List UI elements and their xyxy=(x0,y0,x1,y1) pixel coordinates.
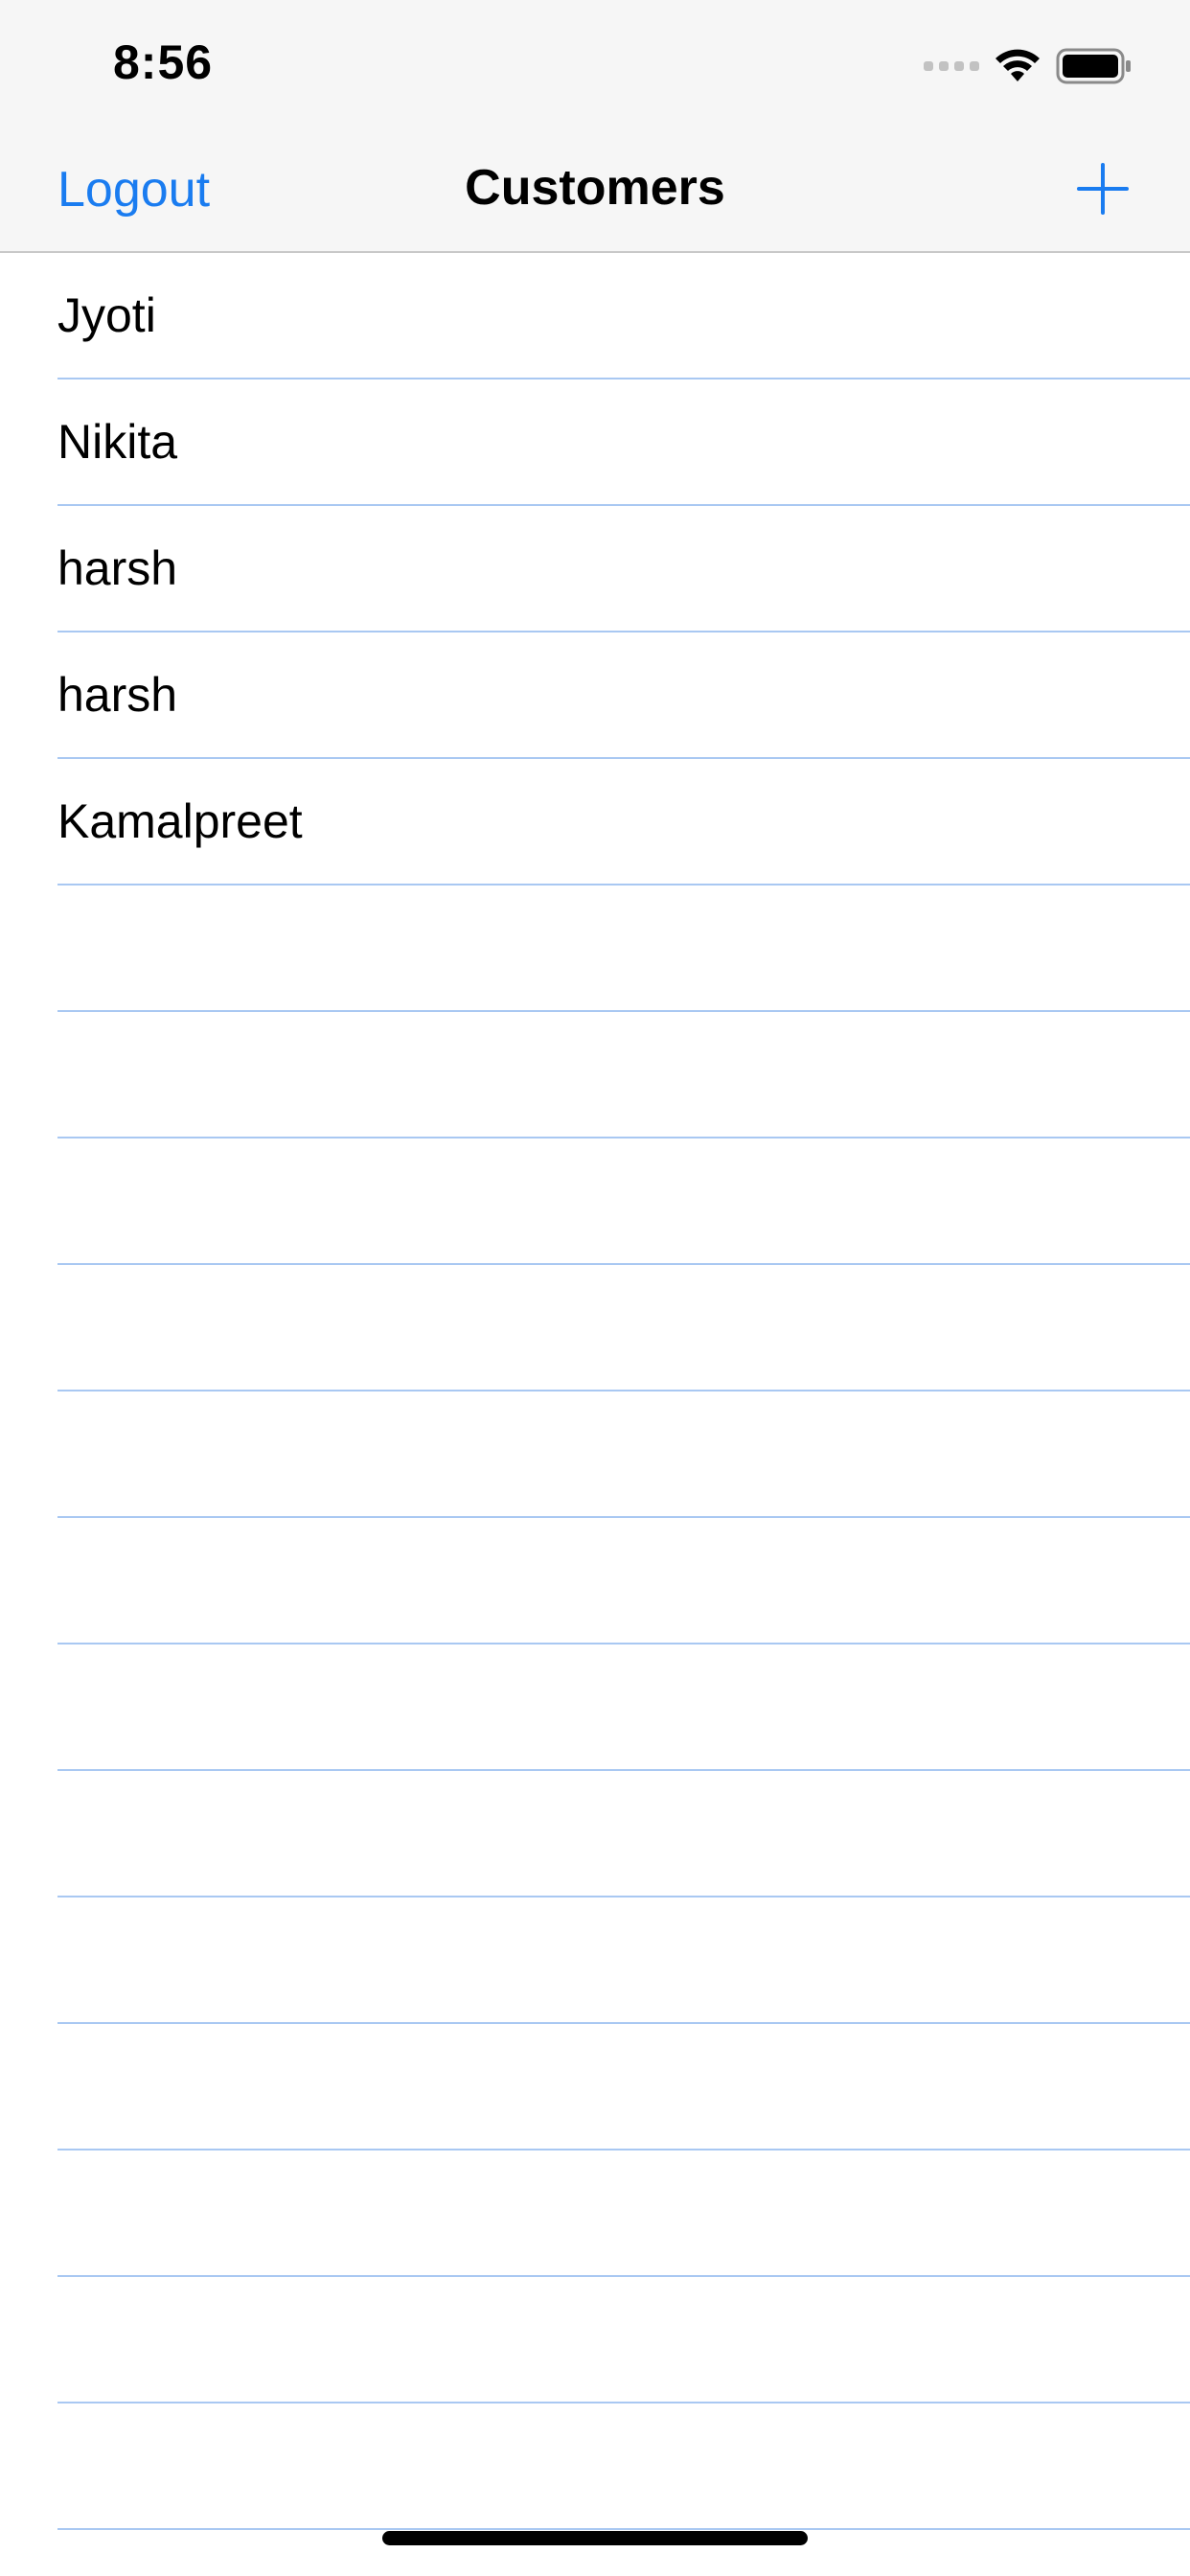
add-customer-button[interactable] xyxy=(1077,163,1129,215)
list-item[interactable]: Kamalpreet xyxy=(0,759,1190,886)
empty-row xyxy=(0,1265,1190,1392)
cellular-signal-icon xyxy=(924,61,979,71)
plus-icon xyxy=(1077,163,1129,215)
customer-name: Nikita xyxy=(57,415,178,469)
list-item[interactable]: Nikita xyxy=(0,380,1190,506)
empty-row xyxy=(0,1644,1190,1771)
empty-row xyxy=(0,886,1190,1012)
empty-row xyxy=(0,2277,1190,2404)
list-item[interactable]: harsh xyxy=(0,506,1190,632)
status-time: 8:56 xyxy=(113,35,214,89)
empty-row xyxy=(0,1518,1190,1644)
home-indicator[interactable] xyxy=(382,2531,808,2545)
customer-name: harsh xyxy=(57,668,178,722)
customer-list: Jyoti Nikita harsh harsh Kamalpreet xyxy=(0,253,1190,2530)
empty-row xyxy=(0,2150,1190,2277)
customer-name: Kamalpreet xyxy=(57,794,303,848)
empty-row xyxy=(0,1138,1190,1265)
wifi-icon xyxy=(995,49,1040,81)
list-item[interactable]: harsh xyxy=(0,632,1190,759)
customer-name: Jyoti xyxy=(57,288,156,342)
navigation-bar: 8:56 Logout Customers xyxy=(0,0,1190,253)
empty-row xyxy=(0,2024,1190,2150)
status-icons xyxy=(924,42,1133,90)
page-title: Customers xyxy=(465,160,725,216)
empty-row xyxy=(0,2404,1190,2530)
customer-name: harsh xyxy=(57,541,178,595)
empty-row xyxy=(0,1012,1190,1138)
empty-row xyxy=(0,1392,1190,1518)
battery-icon xyxy=(1056,48,1131,84)
empty-row xyxy=(0,1898,1190,2024)
list-item[interactable]: Jyoti xyxy=(0,253,1190,380)
empty-row xyxy=(0,1771,1190,1898)
